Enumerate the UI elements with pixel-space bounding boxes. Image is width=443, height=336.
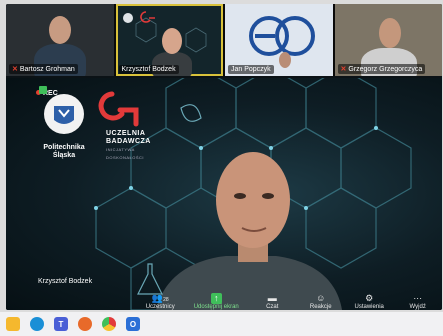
os-taskbar: T O: [0, 312, 443, 336]
reactions-label: Reakcje: [309, 304, 332, 310]
reactions-icon: ☺: [316, 293, 326, 303]
more-icon: ···: [413, 293, 423, 303]
participant-name: ✕ Grzegorz Grzegorczyca: [337, 64, 426, 74]
leave-button[interactable]: ··· Wyjdź: [403, 293, 433, 310]
participant-tile-active[interactable]: Krzysztof Bodzek: [115, 4, 223, 76]
university-logos: REC Politechnika Śląska UCZELNIA BADAWCZ…: [34, 84, 164, 174]
share-screen-icon: ↑: [210, 293, 222, 304]
share-screen-label: Udostępnij ekran: [193, 304, 239, 310]
chat-icon: ▬: [267, 293, 277, 303]
participant-tile[interactable]: Jan Popczyk: [225, 4, 333, 76]
participants-label: Uczestnicy: [145, 304, 175, 310]
zoom-window: ✕ Bartosz Grohman Krzysztof Bodzek Jan P…: [6, 4, 442, 310]
reactions-button[interactable]: ☺ Reakcje: [306, 293, 336, 310]
main-video-stage: REC Politechnika Śląska UCZELNIA BADAWCZ…: [6, 78, 442, 310]
active-speaker-name: Krzysztof Bodzek: [38, 278, 93, 285]
settings-label: Ustawienia: [354, 304, 384, 310]
chat-button[interactable]: ▬ Czat: [257, 293, 287, 310]
teams-icon[interactable]: T: [54, 317, 68, 331]
polsl-name: Politechnika Śląska: [43, 144, 85, 159]
mic-muted-icon: ✕: [340, 66, 347, 73]
participant-face: [161, 28, 182, 54]
participant-name: Jan Popczyk: [228, 65, 274, 74]
file-explorer-icon[interactable]: [6, 317, 20, 331]
meeting-toolbar: 👥28 Uczestnicy ↑ Udostępnij ekran ▬ Czat…: [136, 286, 442, 310]
participant-strip: ✕ Bartosz Grohman Krzysztof Bodzek Jan P…: [6, 4, 442, 76]
edge-icon[interactable]: [30, 317, 44, 331]
participant-face: [49, 16, 71, 44]
participant-name: ✕ Bartosz Grohman: [9, 64, 78, 74]
participant-tile[interactable]: ✕ Grzegorz Grzegorczyca: [334, 4, 442, 76]
participant-face: [378, 18, 401, 48]
participant-name: Krzysztof Bodzek: [118, 65, 179, 74]
participants-count: 28: [163, 297, 169, 303]
leave-label: Wyjdź: [409, 304, 426, 310]
monitor-frame: ✕ Bartosz Grohman Krzysztof Bodzek Jan P…: [0, 0, 443, 336]
participants-icon: 👥: [151, 293, 164, 303]
share-screen-button[interactable]: ↑ Udostępnij ekran: [194, 293, 239, 310]
gear-icon: ⚙: [365, 293, 374, 303]
participants-button[interactable]: 👥28 Uczestnicy: [145, 293, 175, 310]
chrome-icon[interactable]: [102, 317, 116, 331]
settings-button[interactable]: ⚙ Ustawienia: [354, 293, 384, 310]
participant-face: [279, 52, 291, 68]
outlook-icon[interactable]: O: [126, 317, 140, 331]
research-university-label: UCZELNIA BADAWCZA INICJATYWA DOSKONAŁOŚC…: [106, 130, 151, 160]
chat-label: Czat: [266, 304, 279, 310]
mic-muted-icon: ✕: [12, 66, 18, 73]
firefox-icon[interactable]: [78, 317, 92, 331]
participant-tile[interactable]: ✕ Bartosz Grohman: [6, 4, 114, 76]
